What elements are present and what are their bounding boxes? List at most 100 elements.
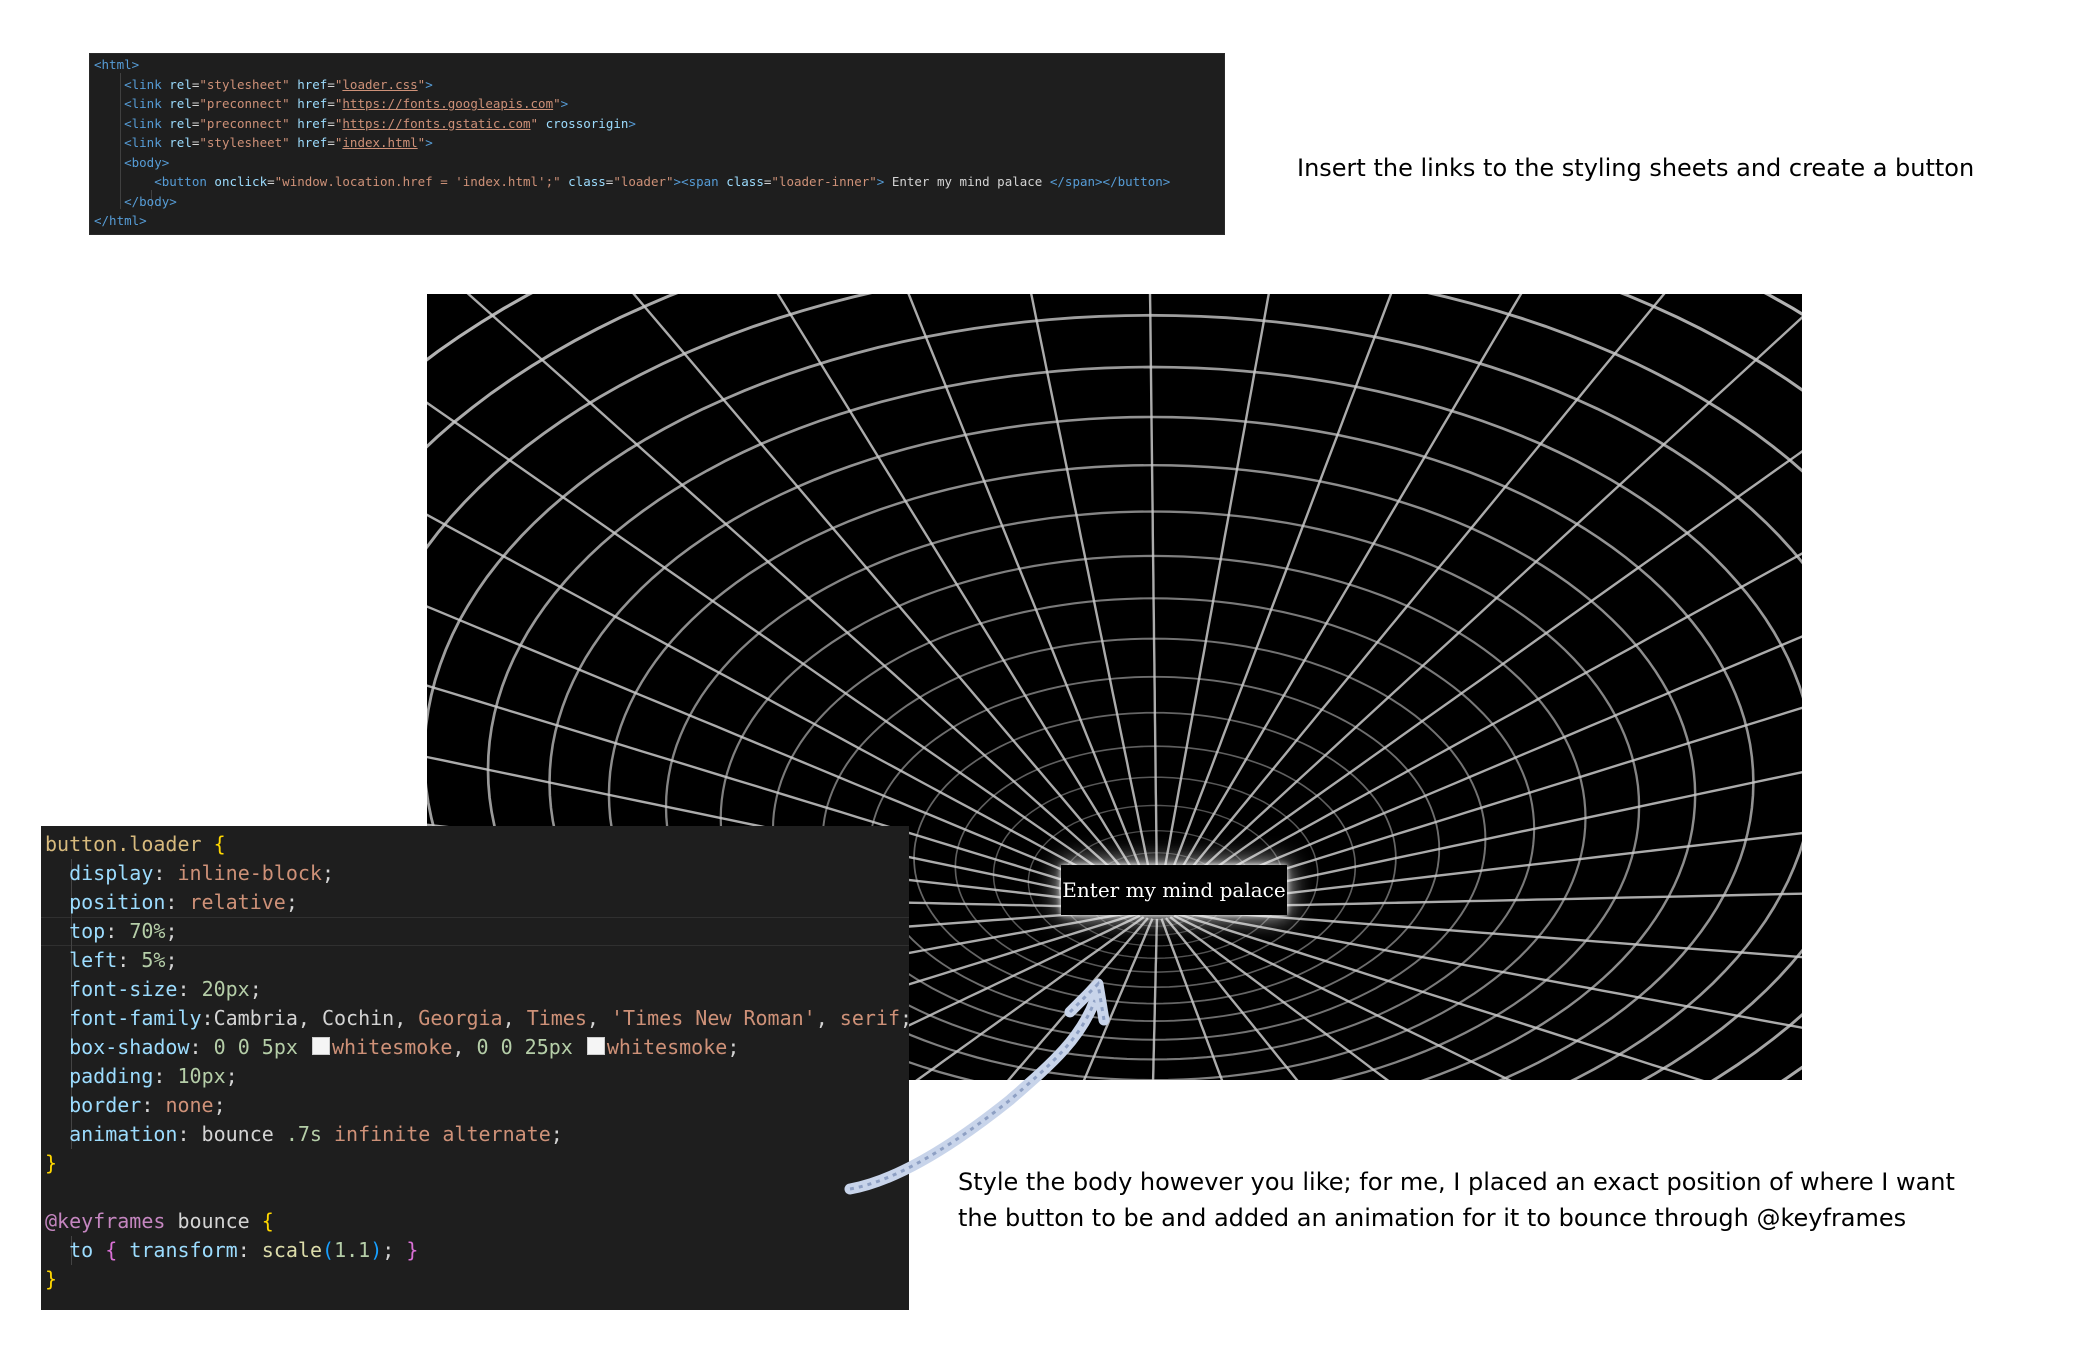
code-token: ; <box>382 1238 407 1262</box>
code-token: 0 <box>237 1035 250 1059</box>
color-swatch-icon <box>586 1037 605 1055</box>
code-token: animation <box>69 1122 178 1146</box>
code-token: inline-block <box>177 861 322 885</box>
code-token: loader.css <box>342 76 418 92</box>
grid-spoke <box>1176 315 1802 892</box>
code-token: : <box>177 977 202 1001</box>
code-token: "stylesheet" <box>199 76 290 92</box>
code-token: .7s <box>285 1122 322 1146</box>
code-token: scale <box>261 1238 323 1262</box>
code-token: ; <box>321 861 335 885</box>
code-line: left: 5%; <box>45 946 177 975</box>
code-token: padding <box>69 1064 154 1088</box>
code-token: class <box>568 174 606 189</box>
code-token: , <box>815 1006 840 1030</box>
code-token: serif <box>839 1006 901 1030</box>
grid-spoke <box>1173 294 1666 891</box>
code-token: ; <box>249 977 262 1001</box>
grid-spoke <box>1030 294 1154 887</box>
code-token: : <box>237 1238 262 1262</box>
code-token: = <box>327 115 335 131</box>
code-token: href <box>297 135 328 150</box>
code-token: <link <box>94 76 170 92</box>
code-token: rel <box>169 115 192 131</box>
html-code-snippet: <html> <link rel="stylesheet" href="load… <box>89 53 1225 235</box>
code-token: @keyframes <box>45 1209 166 1233</box>
code-line: top: 70%; <box>45 917 177 946</box>
code-line: <body> <box>94 153 169 173</box>
code-token: display <box>69 861 154 885</box>
code-token: > <box>560 96 569 111</box>
code-token: rel <box>169 96 192 111</box>
code-token: : <box>165 890 190 914</box>
code-token: https://fonts.googleapis.com <box>342 96 554 111</box>
code-line: padding: 10px; <box>45 1062 238 1091</box>
code-line: @keyframes bounce { <box>45 1207 274 1236</box>
code-token: , <box>586 1006 611 1030</box>
code-token: font-size <box>69 977 178 1001</box>
code-token: , <box>502 1006 527 1030</box>
code-token: <link <box>94 115 170 131</box>
code-token: whitesmoke <box>606 1035 728 1059</box>
code-token: 'Times New Roman' <box>611 1006 816 1030</box>
code-token: border <box>69 1093 142 1117</box>
code-token: { <box>261 1209 274 1233</box>
code-token: = <box>327 76 335 92</box>
code-line: </body> <box>94 192 177 212</box>
code-token: "loader-inner" <box>771 174 877 189</box>
grid-spoke <box>1164 294 1393 888</box>
code-token: : <box>117 948 142 972</box>
enter-mind-palace-button[interactable]: Enter my mind palace <box>1061 865 1287 915</box>
code-token: : <box>141 1093 166 1117</box>
code-token: transform <box>129 1238 238 1262</box>
note-bottom-line2: the button to be and added an animation … <box>958 1204 1907 1232</box>
code-token: "window.location.href = 'index.html';" <box>274 174 561 189</box>
code-line: to { transform: scale(1.1); } <box>45 1236 418 1265</box>
code-line: font-family:Cambria, Cochin, Georgia, Ti… <box>45 1004 912 1033</box>
code-token: href <box>297 96 328 111</box>
code-token: <button <box>94 174 215 189</box>
code-line: button.loader { <box>45 830 226 859</box>
code-token: crossorigin <box>545 115 629 131</box>
code-token: > <box>628 115 636 131</box>
code-token: > <box>425 135 433 150</box>
grid-spoke <box>427 401 1134 894</box>
code-token: > <box>425 76 433 92</box>
code-line: </html> <box>94 211 147 231</box>
code-line: <link rel="preconnect" href="https://fon… <box>94 114 636 134</box>
code-line: <link rel="preconnect" href="https://fon… <box>94 94 568 114</box>
code-token: to <box>69 1238 94 1262</box>
code-token: rel <box>169 76 192 92</box>
code-token: position <box>69 890 166 914</box>
code-token: : <box>153 861 178 885</box>
grid-spoke <box>907 294 1150 888</box>
code-token: onclick <box>214 174 268 189</box>
code-token: 20px <box>201 977 250 1001</box>
code-token: { <box>213 832 226 856</box>
code-token: "preconnect" <box>199 115 290 131</box>
code-token: { <box>105 1238 118 1262</box>
code-token: 5% <box>141 948 166 972</box>
code-token: 10px <box>177 1064 226 1088</box>
code-token: href <box>297 76 328 92</box>
code-token: "stylesheet" <box>199 135 290 150</box>
code-token: </body> <box>94 193 177 209</box>
code-token: </html> <box>94 213 147 228</box>
code-line: font-size: 20px; <box>45 975 262 1004</box>
note-bottom-line1: Style the body however you like; for me,… <box>958 1168 1955 1196</box>
code-token: : <box>189 1035 214 1059</box>
code-token: <html> <box>94 57 140 72</box>
grid-spoke <box>1182 552 1802 897</box>
code-token: ; <box>727 1035 740 1059</box>
code-token: ; <box>900 1006 913 1030</box>
